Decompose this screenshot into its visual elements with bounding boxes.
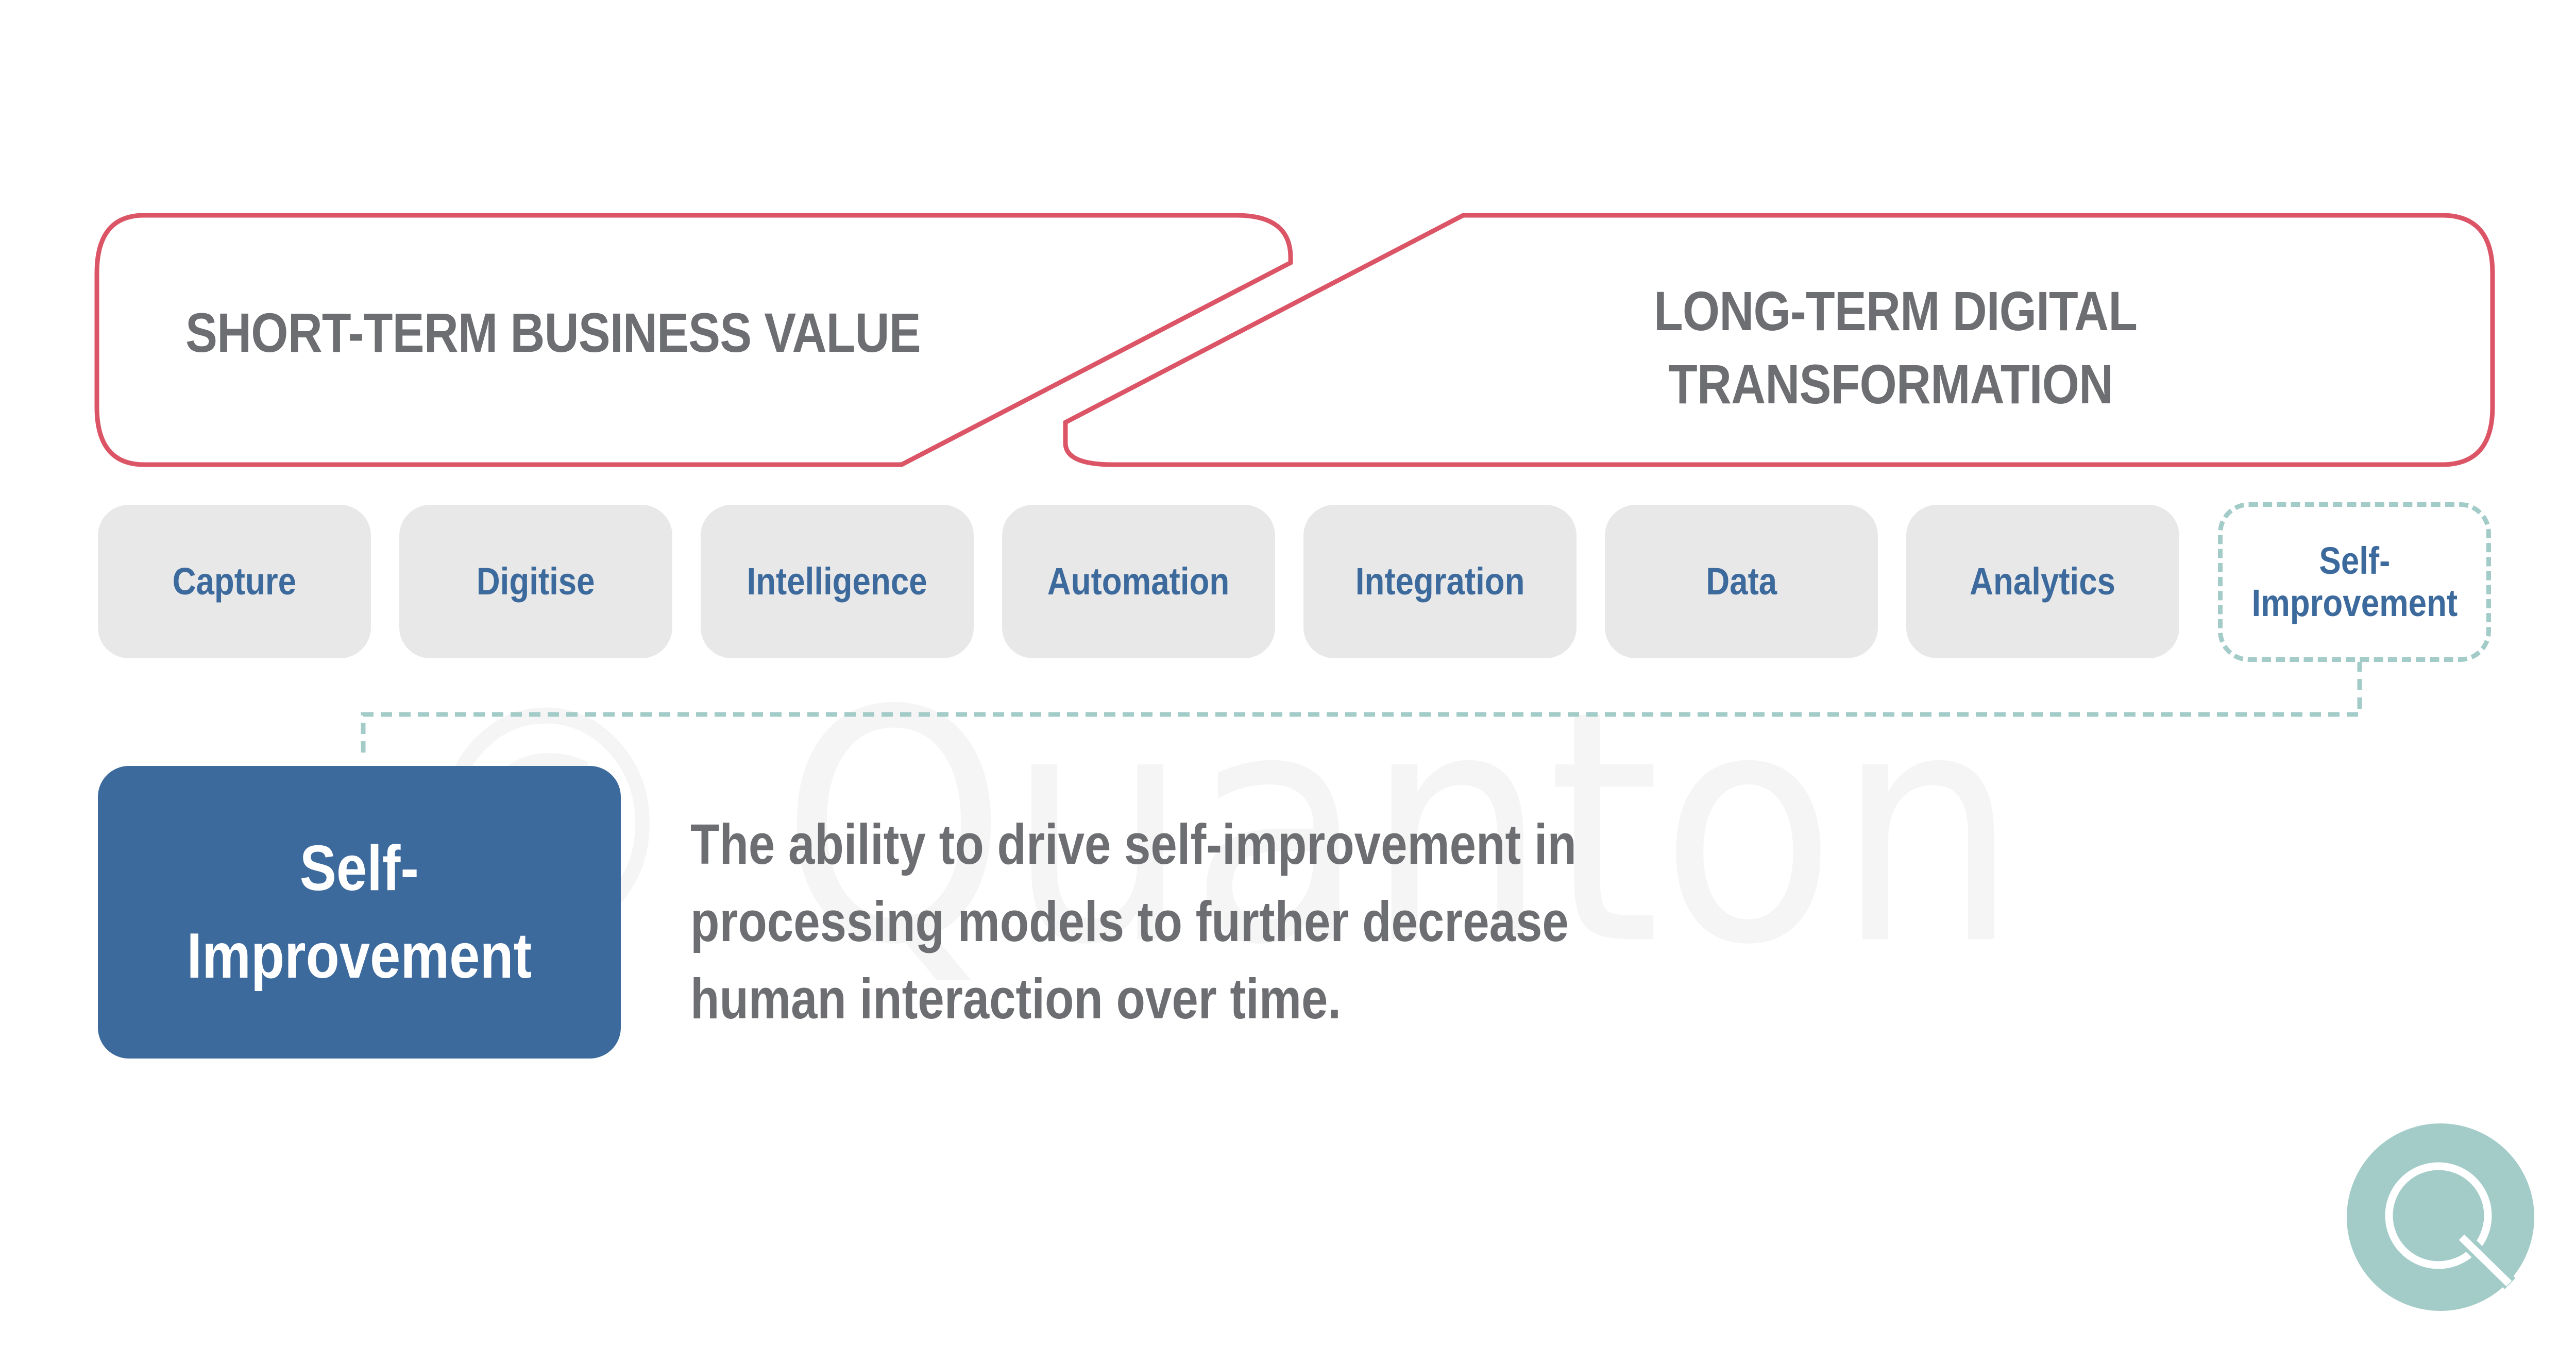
short-term-title: SHORT-TERM BUSINESS VALUE (185, 301, 921, 364)
stage-integration[interactable]: Integration (1303, 505, 1577, 658)
long-term-title-line1: LONG-TERM DIGITAL (1654, 280, 2138, 342)
stage-label: Capture (172, 560, 297, 603)
selected-stage-box: Self- Improvement (98, 766, 621, 1059)
stage-label: Digitise (477, 560, 595, 603)
stage-label: Intelligence (747, 560, 928, 603)
long-term-title-line2: TRANSFORMATION (1668, 353, 2113, 415)
stage-label: Analytics (1970, 560, 2116, 603)
stage-label: Self- Improvement (2251, 539, 2458, 624)
stage-self-improvement[interactable]: Self- Improvement (2218, 502, 2491, 662)
stage-digitise[interactable]: Digitise (399, 505, 672, 658)
stage-automation[interactable]: Automation (1002, 505, 1275, 658)
selected-stage-title-line2: Improvement (187, 920, 532, 992)
selected-stage-title: Self- Improvement (187, 825, 532, 1000)
selected-stage-title-line1: Self- (299, 833, 419, 904)
stage-label: Data (1706, 560, 1777, 603)
stage-analytics[interactable]: Analytics (1906, 505, 2179, 658)
banner-outlines (94, 213, 2495, 467)
stage-intelligence[interactable]: Intelligence (701, 505, 974, 658)
connector-svg (361, 660, 2362, 757)
quanton-logo-icon (2347, 1123, 2534, 1311)
stage-capture[interactable]: Capture (98, 505, 371, 658)
stage-label: Automation (1047, 560, 1230, 603)
stage-description: The ability to drive self-improvement in… (690, 813, 1577, 1031)
stage-data[interactable]: Data (1605, 505, 1878, 658)
stage-label: Integration (1355, 560, 1525, 603)
